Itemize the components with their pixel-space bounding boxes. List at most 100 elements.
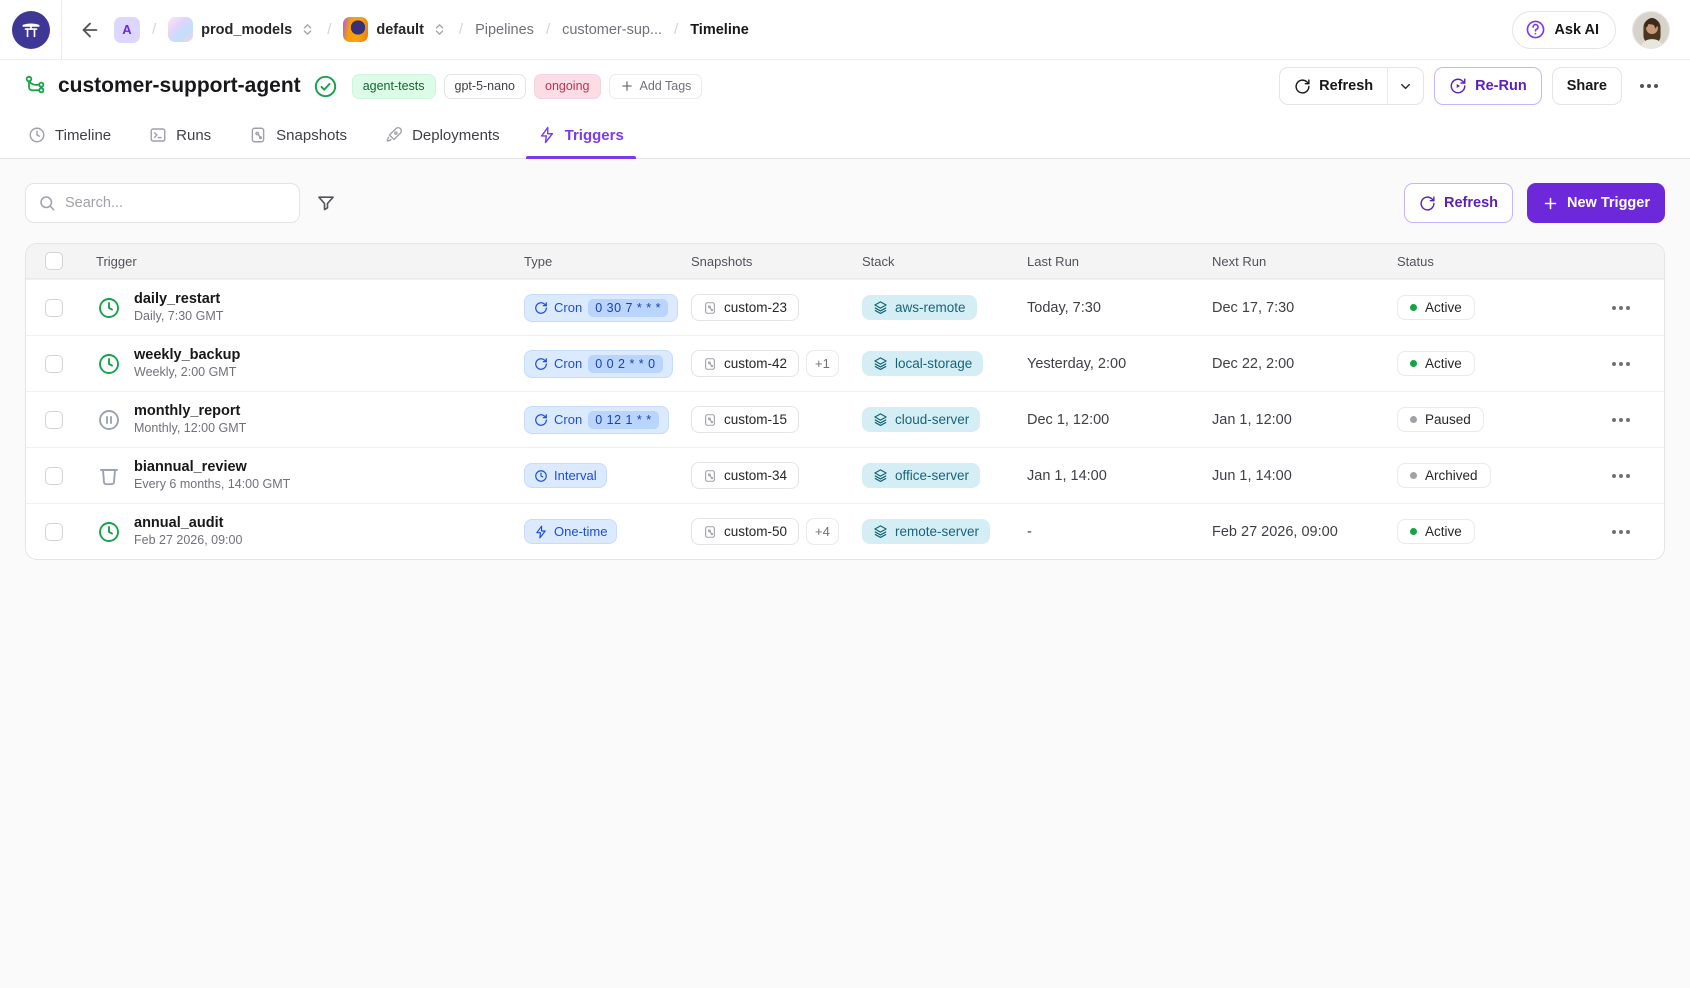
tab-runs[interactable]: Runs [149, 126, 211, 158]
table-row[interactable]: biannual_review Every 6 months, 14:00 GM… [26, 447, 1664, 503]
trigger-name[interactable]: daily_restart [134, 290, 223, 308]
stack-name: office-server [895, 468, 969, 483]
type-badge-cron: Cron 0 12 1 * * [524, 406, 669, 434]
back-button[interactable] [70, 10, 110, 50]
trigger-name[interactable]: biannual_review [134, 458, 290, 476]
row-more-button[interactable] [1606, 524, 1636, 540]
breadcrumb-pipeline-link[interactable]: customer-sup... [562, 22, 662, 38]
project-switcher-icon[interactable] [300, 22, 315, 37]
tab-bar: Timeline Runs Snapshots Deployments [0, 112, 1690, 158]
table-refresh-button[interactable]: Refresh [1404, 183, 1513, 223]
snapshot-extra-count[interactable]: +4 [806, 518, 839, 545]
select-all-checkbox[interactable] [45, 252, 63, 270]
lightning-icon [534, 525, 548, 539]
table-row[interactable]: daily_restart Daily, 7:30 GMT Cron 0 30 … [26, 279, 1664, 335]
stack-badge[interactable]: aws-remote [862, 295, 977, 320]
breadcrumb-pipelines-link[interactable]: Pipelines [475, 22, 534, 38]
row-checkbox[interactable] [45, 411, 63, 429]
tab-snapshots[interactable]: Snapshots [249, 126, 347, 158]
filter-button[interactable] [316, 193, 336, 213]
layers-icon [873, 356, 888, 371]
workspace-switcher-icon[interactable] [432, 22, 447, 37]
lightning-icon [538, 126, 556, 144]
snapshot-badge[interactable]: custom-23 [691, 294, 799, 321]
tab-triggers[interactable]: Triggers [538, 126, 624, 158]
column-header-type[interactable]: Type [524, 254, 691, 269]
org-badge[interactable]: A [114, 17, 140, 43]
add-tags-button[interactable]: Add Tags [609, 74, 703, 99]
snapshot-badge[interactable]: custom-34 [691, 462, 799, 489]
trigger-schedule: Feb 27 2026, 09:00 [134, 532, 242, 548]
share-button[interactable]: Share [1552, 67, 1622, 105]
row-more-button[interactable] [1606, 356, 1636, 372]
snapshot-icon [703, 469, 717, 483]
stack-badge[interactable]: office-server [862, 463, 980, 488]
status-badge: Active [1397, 519, 1475, 544]
table-row[interactable]: weekly_backup Weekly, 2:00 GMT Cron 0 0 … [26, 335, 1664, 391]
status-dot [1410, 528, 1417, 535]
status-badge: Active [1397, 295, 1475, 320]
row-checkbox[interactable] [45, 523, 63, 541]
layers-icon [873, 412, 888, 427]
stack-badge[interactable]: cloud-server [862, 407, 980, 432]
interval-clock-icon [534, 469, 548, 483]
snapshot-name: custom-50 [724, 524, 787, 539]
breadcrumb-project[interactable]: prod_models [168, 17, 315, 42]
column-header-next-run[interactable]: Next Run [1212, 254, 1397, 269]
status-badge: Paused [1397, 407, 1484, 432]
rerun-button[interactable]: Re-Run [1434, 67, 1542, 105]
archive-box-icon [96, 463, 122, 489]
stack-badge[interactable]: local-storage [862, 351, 983, 376]
snapshot-name: custom-42 [724, 356, 787, 371]
snapshot-badge[interactable]: custom-15 [691, 406, 799, 433]
refresh-dropdown-button[interactable] [1387, 68, 1423, 104]
tab-deployments[interactable]: Deployments [385, 126, 500, 158]
ask-ai-button[interactable]: Ask AI [1512, 11, 1616, 49]
column-header-snapshots[interactable]: Snapshots [691, 254, 862, 269]
status-dot [1410, 416, 1417, 423]
row-more-button[interactable] [1606, 468, 1636, 484]
layers-icon [873, 468, 888, 483]
column-header-stack[interactable]: Stack [862, 254, 1027, 269]
stack-badge[interactable]: remote-server [862, 519, 990, 544]
column-header-last-run[interactable]: Last Run [1027, 254, 1212, 269]
user-avatar[interactable] [1632, 11, 1670, 49]
header-more-button[interactable] [1632, 76, 1666, 96]
row-checkbox[interactable] [45, 299, 63, 317]
row-checkbox[interactable] [45, 355, 63, 373]
cron-expression: 0 30 7 * * * [588, 299, 668, 317]
tag-agent-tests[interactable]: agent-tests [352, 74, 436, 99]
zenml-logo-icon[interactable] [12, 11, 50, 49]
tab-label: Snapshots [276, 127, 347, 144]
row-more-button[interactable] [1606, 412, 1636, 428]
snapshot-badge[interactable]: custom-42 [691, 350, 799, 377]
stack-name: cloud-server [895, 412, 969, 427]
column-header-trigger[interactable]: Trigger [78, 254, 524, 269]
trigger-schedule: Daily, 7:30 GMT [134, 308, 223, 324]
tag-gpt-5-nano[interactable]: gpt-5-nano [444, 74, 526, 99]
row-checkbox[interactable] [45, 467, 63, 485]
stack-name: aws-remote [895, 300, 966, 315]
tab-timeline[interactable]: Timeline [28, 126, 111, 158]
snapshot-extra-count[interactable]: +1 [806, 350, 839, 377]
refresh-button[interactable]: Refresh [1280, 68, 1387, 104]
new-trigger-button[interactable]: New Trigger [1527, 183, 1665, 223]
project-icon [168, 17, 193, 42]
status-label: Archived [1425, 468, 1478, 483]
row-more-button[interactable] [1606, 300, 1636, 316]
column-header-status[interactable]: Status [1397, 254, 1507, 269]
tag-ongoing[interactable]: ongoing [534, 74, 601, 99]
snapshot-badge[interactable]: custom-50 [691, 518, 799, 545]
plus-icon [620, 79, 634, 93]
search-input[interactable] [65, 195, 287, 211]
refresh-split-button: Refresh [1279, 67, 1424, 105]
table-row[interactable]: monthly_report Monthly, 12:00 GMT Cron 0… [26, 391, 1664, 447]
trigger-name[interactable]: weekly_backup [134, 346, 240, 364]
tag-list: agent-tests gpt-5-nano ongoing Add Tags [352, 74, 703, 99]
trigger-name[interactable]: annual_audit [134, 514, 242, 532]
type-label: Interval [554, 468, 597, 483]
trigger-name[interactable]: monthly_report [134, 402, 246, 420]
check-circle-icon [313, 74, 338, 99]
table-row[interactable]: annual_audit Feb 27 2026, 09:00 One-time… [26, 503, 1664, 559]
breadcrumb-workspace[interactable]: default [343, 17, 447, 42]
